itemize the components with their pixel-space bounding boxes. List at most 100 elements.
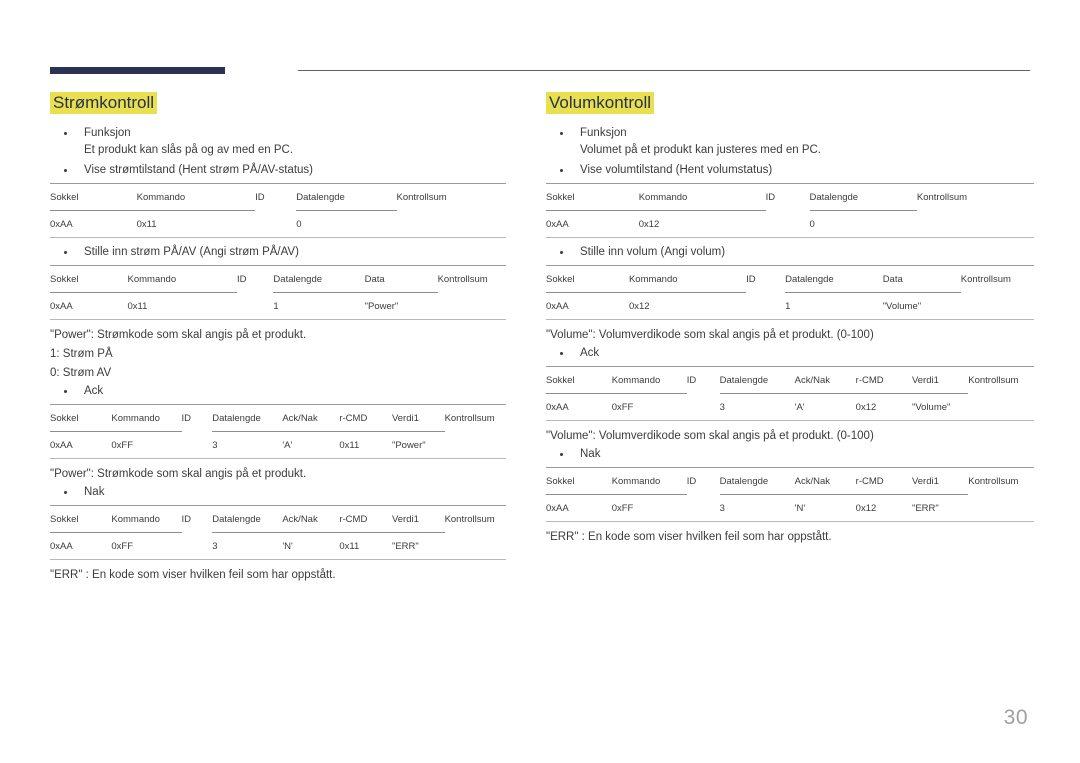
col-header-verdi1: Verdi1 (391, 514, 419, 525)
col-header-sokkel: Sokkel (546, 375, 575, 386)
col-header-kontrollsum: Kontrollsum (437, 274, 488, 285)
col-header-id: ID (746, 274, 756, 285)
cell-sokkel: 0xAA (546, 503, 569, 514)
cell-sokkel: 0xAA (50, 219, 73, 230)
cell-kommando: 0x12 (638, 219, 660, 230)
cell-id (237, 293, 273, 319)
bullet-set-volume: Stille inn volum (Angi volum) (546, 244, 1034, 261)
cell-kommando: 0xFF (111, 541, 134, 552)
table-nak-volume: Sokkel Kommando ID Datalengde Ack/Nak r-… (546, 467, 1034, 522)
cell-rcmd: 0x11 (339, 440, 360, 451)
table-rule-bottom (546, 319, 1034, 320)
cell-datalengde: 3 (212, 440, 218, 451)
col-header-kontrollsum: Kontrollsum (968, 375, 1019, 386)
col-header-id: ID (686, 375, 697, 386)
bullet-ack-left: Ack (50, 383, 506, 400)
table-row: 0xAA 0xFF 3 'A' 0x12 "Volume" (546, 394, 1034, 420)
cell-id (746, 293, 785, 319)
page-title-stromkontroll: Strømkontroll (50, 92, 506, 114)
table-rule-bottom (50, 559, 506, 560)
col-header-kommando: Kommando (111, 413, 160, 424)
col-header-kommando: Kommando (628, 274, 678, 285)
cell-datalengde: 3 (719, 402, 725, 413)
note-power-code: "Power": Strømkode som skal angis på et … (50, 329, 307, 341)
col-header-datalengde: Datalengde (212, 413, 261, 424)
table-rule-bottom (50, 458, 506, 459)
cell-datalengde: 3 (719, 503, 725, 514)
note-power-off: 0: Strøm AV (50, 367, 112, 379)
cell-kontrollsum (968, 495, 1034, 521)
table-header-row: Sokkel Kommando ID Datalengde Ack/Nak r-… (546, 367, 1034, 393)
note-volume-code: "Volume": Volumverdikode som skal angis … (546, 329, 874, 341)
cell-sokkel: 0xAA (546, 402, 569, 413)
cell-sokkel: 0xAA (546, 219, 569, 230)
col-header-verdi1: Verdi1 (391, 413, 419, 424)
cell-kontrollsum (961, 293, 1034, 319)
col-header-id: ID (255, 192, 265, 203)
col-header-id: ID (236, 274, 247, 285)
col-header-sokkel: Sokkel (50, 274, 79, 285)
funksjon-label-left: Funksjon (84, 127, 131, 139)
col-header-acknak: Ack/Nak (794, 476, 831, 487)
col-header-kontrollsum: Kontrollsum (396, 192, 447, 203)
cell-sokkel: 0xAA (50, 440, 73, 451)
col-header-kontrollsum: Kontrollsum (916, 192, 968, 203)
col-header-sokkel: Sokkel (50, 514, 79, 525)
section-volumkontroll: Volumkontroll Funksjon Volumet på et pro… (540, 92, 1080, 585)
col-header-datalengde: Datalengde (296, 192, 345, 203)
col-header-sokkel: Sokkel (546, 274, 575, 285)
table-header-row: Sokkel Kommando ID Datalengde Ack/Nak r-… (546, 468, 1034, 494)
col-header-rcmd: r-CMD (339, 514, 368, 525)
cell-sokkel: 0xAA (50, 541, 73, 552)
funksjon-desc-left: Et produkt kan slås på og av med en PC. (84, 144, 294, 156)
table-header-row: Sokkel Kommando ID Datalengde Kontrollsu… (546, 184, 1034, 210)
col-header-datalengde: Datalengde (719, 476, 769, 487)
bullet-funksjon-right: Funksjon Volumet på et produkt kan juste… (546, 125, 1034, 159)
col-header-acknak: Ack/Nak (282, 514, 318, 525)
col-header-id: ID (181, 413, 192, 424)
header-accent-bar (50, 67, 225, 74)
cell-verdi1: "Volume" (911, 402, 951, 413)
col-header-sokkel: Sokkel (546, 476, 575, 487)
col-header-id: ID (181, 514, 192, 525)
col-header-rcmd: r-CMD (339, 413, 368, 424)
cell-verdi1: "ERR" (391, 541, 419, 552)
cell-kontrollsum (397, 211, 506, 237)
table-set-power-state: Sokkel Kommando ID Datalengde Data Kontr… (50, 265, 506, 320)
cell-datalengde: 1 (273, 301, 279, 312)
page-number: 30 (1003, 706, 1028, 729)
table-row: 0xAA 0x12 0 (546, 211, 1034, 237)
page-header-rules (50, 66, 1030, 78)
funksjon-label-right: Funksjon (580, 127, 627, 139)
cell-kontrollsum (445, 432, 506, 458)
cell-kontrollsum (968, 394, 1034, 420)
col-header-id: ID (765, 192, 776, 203)
page-title-volumkontroll: Volumkontroll (546, 92, 1034, 114)
cell-datalengde: 0 (809, 219, 815, 230)
table-rule-bottom (50, 319, 506, 320)
table-header-row: Sokkel Kommando ID Datalengde Kontrollsu… (50, 184, 506, 210)
note-err-left: "ERR" : En kode som viser hvilken feil s… (50, 569, 336, 581)
section-stromkontroll: Strømkontroll Funksjon Et produkt kan sl… (0, 92, 540, 585)
bullet-set-power-state: Stille inn strøm PÅ/AV (Angi strøm PÅ/AV… (50, 244, 506, 261)
table-view-power-state: Sokkel Kommando ID Datalengde Kontrollsu… (50, 183, 506, 238)
col-header-verdi1: Verdi1 (911, 375, 939, 386)
bullet-nak-left: Nak (50, 484, 506, 501)
cell-sokkel: 0xAA (50, 301, 73, 312)
cell-acknak: 'N' (794, 503, 806, 514)
col-header-acknak: Ack/Nak (282, 413, 318, 424)
col-header-sokkel: Sokkel (50, 413, 79, 424)
col-header-kommando: Kommando (111, 514, 160, 525)
note-err-right: "ERR" : En kode som viser hvilken feil s… (546, 531, 832, 543)
cell-kommando: 0xFF (611, 503, 634, 514)
cell-data: "Volume" (882, 301, 922, 312)
col-header-rcmd: r-CMD (855, 476, 884, 487)
col-header-rcmd: r-CMD (855, 375, 884, 386)
table-row: 0xAA 0x11 0 (50, 211, 506, 237)
cell-kommando: 0x12 (628, 301, 650, 312)
cell-kommando: 0x11 (136, 219, 157, 230)
table-row: 0xAA 0x12 1 "Volume" (546, 293, 1034, 319)
cell-rcmd: 0x11 (339, 541, 360, 552)
table-ack-power: Sokkel Kommando ID Datalengde Ack/Nak r-… (50, 404, 506, 459)
col-header-sokkel: Sokkel (546, 192, 575, 203)
